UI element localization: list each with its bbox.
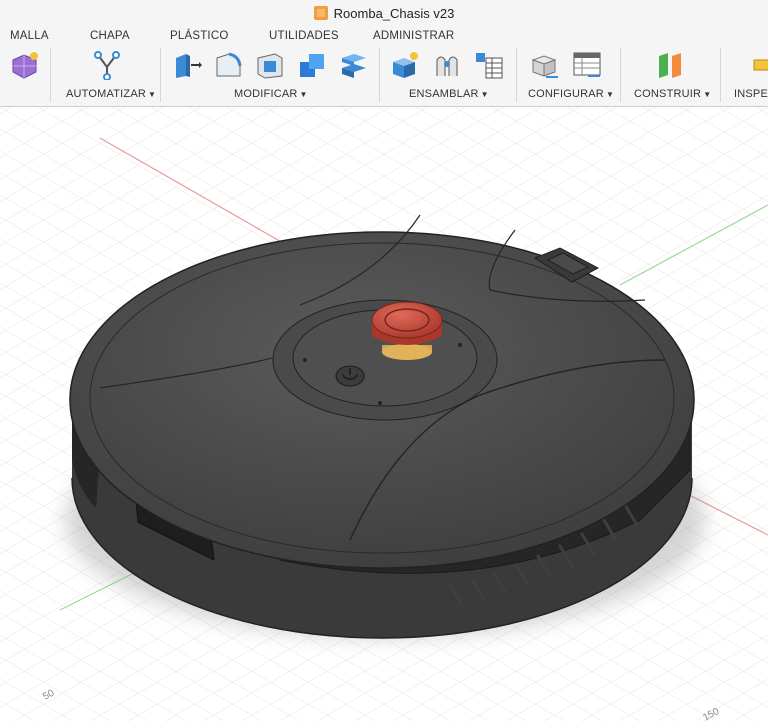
- shell-button[interactable]: [255, 50, 285, 80]
- ensamblar-menu[interactable]: ENSAMBLAR ▼: [409, 88, 489, 100]
- construir-label: CONSTRUIR: [634, 88, 702, 100]
- joint-button[interactable]: [432, 50, 462, 80]
- joint-icon: [436, 56, 458, 76]
- modificar-menu[interactable]: MODIFICAR ▼: [234, 88, 308, 100]
- group-separator: [50, 48, 51, 102]
- group-separator: [379, 48, 380, 102]
- title-bar: Roomba_Chasis v23: [0, 0, 768, 26]
- model-canvas[interactable]: 50 150: [0, 107, 768, 721]
- ribbon-toolbar: MALLA CHAPA PLÁSTICO UTILIDADES ADMINIST…: [0, 26, 768, 107]
- caret-down-icon: ▼: [148, 90, 157, 99]
- inspeccionar-menu[interactable]: INSPEC: [734, 88, 768, 100]
- configurar-label: CONFIGURAR: [528, 88, 604, 100]
- measure-icon: [753, 59, 768, 71]
- bill-of-materials-button[interactable]: [474, 50, 504, 80]
- config-table-icon: [573, 52, 601, 77]
- offset-plane-icon: [659, 53, 681, 78]
- automatizar-label: AUTOMATIZAR: [66, 88, 147, 100]
- automate-button[interactable]: [92, 50, 122, 80]
- parameters-cube-icon: [531, 55, 558, 78]
- configurar-menu[interactable]: CONFIGURAR ▼: [528, 88, 614, 100]
- automatizar-menu[interactable]: AUTOMATIZAR ▼: [66, 88, 156, 100]
- ensamblar-label: ENSAMBLAR: [409, 88, 479, 100]
- caret-down-icon: ▼: [480, 90, 489, 99]
- parameters-button[interactable]: [530, 50, 560, 80]
- document-icon: [313, 6, 328, 20]
- group-separator: [720, 48, 721, 102]
- combine-button[interactable]: [297, 50, 327, 80]
- tab-plastico[interactable]: PLÁSTICO: [170, 30, 228, 42]
- emergency-stop-button[interactable]: [371, 301, 443, 360]
- modificar-label: MODIFICAR: [234, 88, 298, 100]
- mesh-cube-icon: [12, 52, 38, 79]
- measure-button[interactable]: [752, 50, 768, 80]
- combine-icon: [300, 54, 324, 77]
- caret-down-icon: ▼: [299, 90, 308, 99]
- create-mesh-button[interactable]: [10, 50, 40, 80]
- estop-collar: [382, 344, 432, 360]
- configuration-table-button[interactable]: [572, 50, 602, 80]
- press-pull-button[interactable]: [172, 50, 202, 80]
- new-component-button[interactable]: [390, 50, 420, 80]
- fillet-icon: [216, 52, 242, 77]
- offset-face-button[interactable]: [339, 50, 369, 80]
- estop-cap-top: [371, 301, 443, 339]
- group-separator: [620, 48, 621, 102]
- press-pull-icon: [176, 54, 202, 78]
- tab-chapa[interactable]: CHAPA: [90, 30, 130, 42]
- window-title: Roomba_Chasis v23: [333, 5, 455, 21]
- group-separator: [160, 48, 161, 102]
- construir-menu[interactable]: CONSTRUIR ▼: [634, 88, 711, 100]
- table-list-icon: [476, 53, 503, 79]
- shell-icon: [257, 53, 283, 79]
- fillet-button[interactable]: [213, 50, 243, 80]
- tab-utilidades[interactable]: UTILIDADES: [269, 30, 339, 42]
- caret-down-icon: ▼: [605, 90, 615, 99]
- group-separator: [516, 48, 517, 102]
- new-component-icon: [393, 52, 418, 78]
- tab-malla[interactable]: MALLA: [10, 30, 49, 42]
- caret-down-icon: ▼: [703, 90, 712, 99]
- offset-face-icon: [342, 54, 366, 78]
- automate-node-icon: [94, 51, 120, 80]
- 3d-viewport[interactable]: 50 150: [0, 107, 768, 721]
- tab-administrar[interactable]: ADMINISTRAR: [373, 30, 454, 42]
- offset-plane-button[interactable]: [655, 50, 685, 80]
